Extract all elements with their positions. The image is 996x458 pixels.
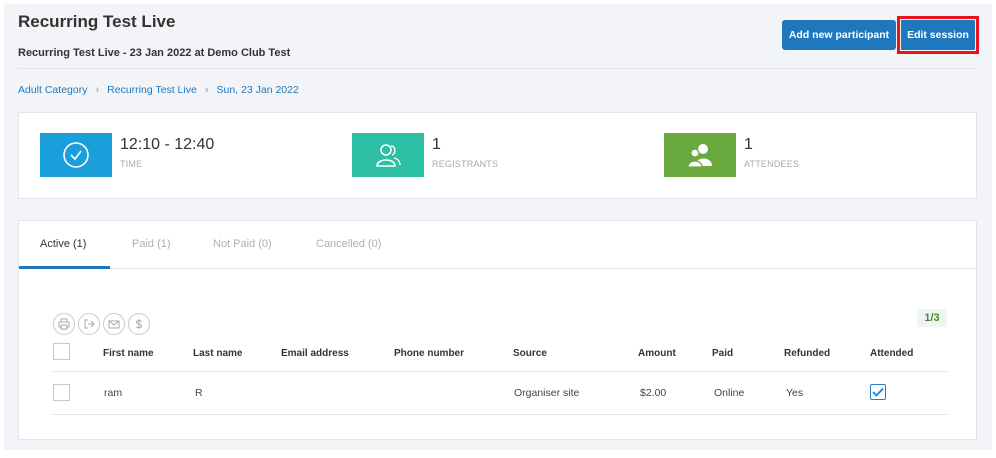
breadcrumb-item-date[interactable]: Sun, 23 Jan 2022 <box>217 84 299 96</box>
stat-attendees-value: 1 <box>744 136 753 153</box>
breadcrumb: Adult Category › Recurring Test Live › S… <box>18 84 299 96</box>
column-header-attended[interactable]: Attended <box>870 348 913 359</box>
column-header-paid[interactable]: Paid <box>712 348 733 359</box>
column-header-amount[interactable]: Amount <box>638 348 676 359</box>
pagination-indicator: 1/3 <box>917 309 947 327</box>
stat-registrants: 1 REGISTRANTS <box>352 133 498 177</box>
header-divider-line <box>52 371 948 372</box>
stat-time-value: 12:10 - 12:40 <box>120 136 215 153</box>
page: Recurring Test Live Recurring Test Live … <box>4 4 992 450</box>
export-icon[interactable] <box>78 313 100 335</box>
cell-refunded: Yes <box>786 387 804 399</box>
participant-tabs: Active (1) Paid (1) Not Paid (0) Cancell… <box>19 221 976 269</box>
dollar-icon[interactable] <box>128 313 150 335</box>
header-divider <box>18 68 978 69</box>
tab-paid[interactable]: Paid (1) <box>132 238 171 250</box>
cell-amount: $2.00 <box>640 387 667 399</box>
stat-attendees: 1 ATTENDEES <box>664 133 799 177</box>
column-header-refunded[interactable]: Refunded <box>784 348 830 359</box>
add-new-participant-button[interactable]: Add new participant <box>782 20 896 50</box>
checkmark-icon <box>872 387 884 397</box>
clock-icon <box>40 133 112 177</box>
column-header-last-name[interactable]: Last name <box>193 348 242 359</box>
row-select-checkbox[interactable] <box>53 384 70 401</box>
email-icon[interactable] <box>103 313 125 335</box>
breadcrumb-item-event[interactable]: Recurring Test Live <box>107 84 197 96</box>
column-header-phone[interactable]: Phone number <box>394 348 464 359</box>
stat-registrants-label: REGISTRANTS <box>432 159 499 169</box>
row-divider-line <box>52 414 948 415</box>
cell-source: Organiser site <box>514 387 580 399</box>
cell-first-name: ram <box>104 387 123 399</box>
session-stats-panel: 12:10 - 12:40 TIME 1 REGISTRANTS 1 ATTEN… <box>18 112 977 199</box>
attended-checkbox[interactable] <box>870 384 886 400</box>
active-tab-indicator <box>19 266 110 269</box>
table-toolbar <box>53 313 153 335</box>
page-title: Recurring Test Live <box>18 12 176 31</box>
group-icon <box>664 133 736 177</box>
print-icon[interactable] <box>53 313 75 335</box>
column-header-email[interactable]: Email address <box>281 348 349 359</box>
stat-attendees-label: ATTENDEES <box>744 159 800 169</box>
cell-paid: Online <box>714 387 745 399</box>
breadcrumb-item-category[interactable]: Adult Category <box>18 84 87 96</box>
column-header-first-name[interactable]: First name <box>103 348 154 359</box>
breadcrumb-separator: › <box>95 84 100 96</box>
users-icon <box>352 133 424 177</box>
column-header-source[interactable]: Source <box>513 348 547 359</box>
tab-not-paid[interactable]: Not Paid (0) <box>213 238 272 250</box>
stat-registrants-value: 1 <box>432 136 441 153</box>
participants-panel: Active (1) Paid (1) Not Paid (0) Cancell… <box>18 220 977 440</box>
session-subtitle: Recurring Test Live - 23 Jan 2022 at Dem… <box>18 47 291 59</box>
cell-last-name: R <box>195 387 203 399</box>
tab-active[interactable]: Active (1) <box>40 238 86 250</box>
edit-session-button[interactable]: Edit session <box>901 20 975 50</box>
breadcrumb-separator: › <box>204 84 209 96</box>
select-all-checkbox[interactable] <box>53 343 70 360</box>
tab-cancelled[interactable]: Cancelled (0) <box>316 238 381 250</box>
stat-time-label: TIME <box>120 159 143 169</box>
stat-time: 12:10 - 12:40 TIME <box>40 133 214 177</box>
